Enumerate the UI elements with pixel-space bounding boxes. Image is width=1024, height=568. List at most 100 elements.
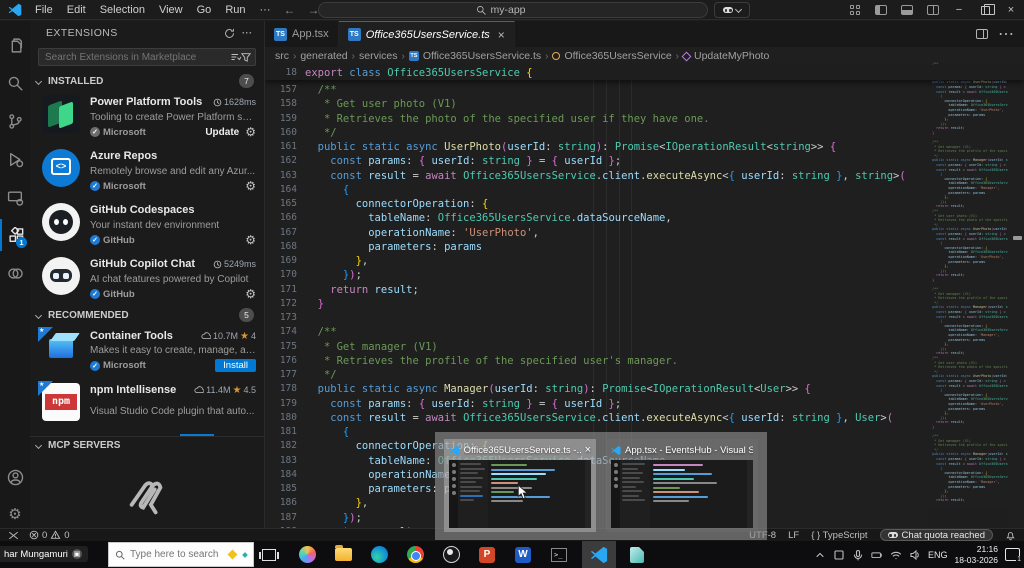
status-language[interactable]: { } TypeScript [811,530,867,541]
tray-expand-icon[interactable] [814,549,826,561]
activitybar-search[interactable] [0,67,30,99]
code-line[interactable]: 179 const params: { userId: string } = {… [265,397,1024,411]
breadcrumb-generated[interactable]: generated [300,50,347,62]
breadcrumb-class[interactable]: Office365UsersService [564,50,671,62]
code-line[interactable]: 175 * Get manager (V1) [265,340,1024,354]
wifi-icon[interactable] [890,549,902,561]
activitybar-explorer[interactable] [0,29,30,61]
breadcrumb-services[interactable]: services [359,50,398,62]
activitybar-remote-explorer[interactable] [0,181,30,213]
code-line[interactable]: 168 parameters: params [265,240,1024,254]
activitybar-copilot[interactable] [0,257,30,289]
split-editor-icon[interactable] [976,29,988,39]
line-number[interactable]: 158 [265,97,305,111]
filter-funnel-icon[interactable] [241,52,251,62]
code-line[interactable]: 170 }); [265,268,1024,282]
windows-search-input[interactable] [130,549,224,560]
extension-item[interactable]: GitHub Codespaces Your instant dev envir… [30,198,264,252]
code-line[interactable]: 174 /** [265,325,1024,339]
microphone-icon[interactable] [852,549,864,561]
line-number[interactable]: 180 [265,411,305,425]
bell-icon[interactable] [1005,530,1016,541]
section-installed[interactable]: INSTALLED 7 [30,72,264,90]
line-number[interactable]: 175 [265,340,305,354]
line-number[interactable]: 171 [265,283,305,297]
gear-icon[interactable]: ⚙ [245,234,256,246]
extension-item[interactable]: GitHub Copilot Chat 5249ms AI chat featu… [30,252,264,306]
taskbar-obs[interactable] [434,541,468,568]
code-line[interactable]: 177 */ [265,368,1024,382]
window-minimize-button[interactable]: − [946,0,972,20]
menu-file[interactable]: File [28,0,60,20]
activitybar-extensions[interactable]: 1 [0,219,30,251]
toggle-secondary-sidebar-button[interactable] [920,0,946,20]
window-thumbnail[interactable] [611,460,753,528]
line-number[interactable]: 165 [265,197,305,211]
line-number[interactable]: 161 [265,140,305,154]
code-line[interactable]: 164 { [265,183,1024,197]
update-button[interactable]: Update [205,127,239,138]
line-number[interactable]: 176 [265,354,305,368]
taskbar-task-view[interactable] [252,541,286,568]
taskbar-file-explorer[interactable] [326,541,360,568]
extension-item[interactable]: Power Platform Tools 1628ms Tooling to c… [30,90,264,144]
menu-go[interactable]: Go [190,0,219,20]
breadcrumb-method[interactable]: UpdateMyPhoto [694,50,769,62]
line-number[interactable]: 183 [265,454,305,468]
command-search-box[interactable] [318,2,708,18]
code-line[interactable]: 173 [265,311,1024,325]
extensions-more-actions-button[interactable]: ⋯ [238,24,256,42]
line-number[interactable]: 160 [265,126,305,140]
line-number[interactable]: 181 [265,425,305,439]
window-restore-button[interactable] [972,0,998,20]
menu-edit[interactable]: Edit [60,0,93,20]
sticky-scroll-line[interactable]: 18 export class Office365UsersService { [265,65,1024,80]
status-eol[interactable]: LF [788,530,799,541]
line-number[interactable]: 184 [265,468,305,482]
battery-icon[interactable] [871,549,883,561]
code-line[interactable]: 163 const result = await Office365UsersS… [265,169,1024,183]
extensions-search-box[interactable] [38,48,256,66]
line-number[interactable]: 164 [265,183,305,197]
extension-item[interactable]: ★ npm npm Intellisense 11.4M ★ 4.5 Visual … [30,378,264,432]
volume-icon[interactable] [909,549,921,561]
code-line[interactable]: 171 return result; [265,283,1024,297]
activitybar-settings[interactable]: ⚙ [0,498,30,530]
extension-item[interactable]: ★ Container Tools 10.7M ★ 4 Makes it easy … [30,324,264,378]
activitybar-run-debug[interactable] [0,143,30,175]
command-search-input[interactable] [490,4,551,16]
code-line[interactable]: 160 */ [265,126,1024,140]
menu-selection[interactable]: Selection [93,0,152,20]
copilot-menu-button[interactable] [714,2,750,18]
code-line[interactable]: 172 } [265,297,1024,311]
editor-more-actions-icon[interactable]: ⋯ [998,24,1014,44]
line-number[interactable]: 162 [265,154,305,168]
taskbar-edge[interactable] [362,541,396,568]
code-line[interactable]: 169 }, [265,254,1024,268]
code-line[interactable]: 158 * Get user photo (V1) [265,97,1024,111]
gear-icon[interactable]: ⚙ [245,126,256,138]
taskbar-copilot[interactable] [290,541,324,568]
customize-layout-button[interactable] [842,0,868,20]
window-preview-card[interactable]: App.tsx - EventsHub - Visual St... [606,439,758,532]
taskbar-vscode[interactable] [582,541,616,568]
section-mcp-servers[interactable]: MCP SERVERS [30,436,264,454]
copilot-quota-status[interactable]: Chat quota reached [879,529,993,541]
line-number[interactable]: 179 [265,397,305,411]
code-line[interactable]: 166 tableName: Office365UsersService.dat… [265,211,1024,225]
line-number[interactable]: 167 [265,226,305,240]
line-number[interactable]: 172 [265,297,305,311]
refresh-extensions-button[interactable] [220,24,238,42]
code-line[interactable]: 176 * Retrieves the profile of the speci… [265,354,1024,368]
extensions-search-input[interactable] [45,51,231,63]
line-number[interactable]: 169 [265,254,305,268]
toggle-panel-button[interactable] [894,0,920,20]
line-number[interactable]: 163 [265,169,305,183]
taskbar-powerpoint[interactable]: P [470,541,504,568]
tab-office365usersservice-ts[interactable]: TS Office365UsersService.ts × [338,21,515,47]
line-number[interactable]: 166 [265,211,305,225]
tab-app-tsx[interactable]: TS App.tsx [265,21,339,47]
scrollbar-handle[interactable] [1013,236,1022,240]
window-preview-card[interactable]: Office365UsersService.ts -... × [444,439,596,532]
breadcrumb-file[interactable]: Office365UsersService.ts [423,50,541,62]
